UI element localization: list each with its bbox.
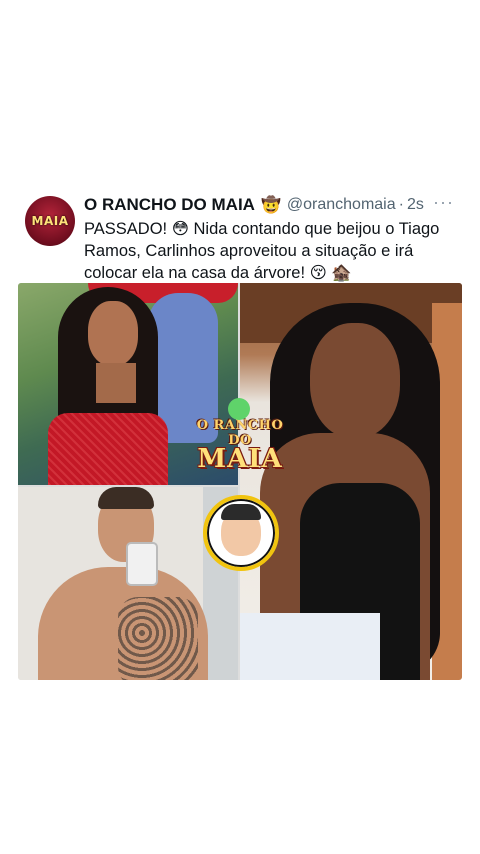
avatar-logo-text: MAIA xyxy=(31,214,69,228)
tweet-media-image[interactable]: O RANCHO DO MAIA xyxy=(18,283,462,680)
author-name[interactable]: O RANCHO DO MAIA xyxy=(84,195,255,215)
photo-man-mirror-selfie xyxy=(18,487,238,680)
author-handle[interactable]: @oranchomaia xyxy=(287,196,396,214)
more-horizontal-icon[interactable]: ··· xyxy=(433,192,454,213)
alien-mascot-icon xyxy=(228,398,250,420)
cowboy-emoji-icon: 🤠 xyxy=(260,197,281,214)
tweet-text: PASSADO! 😳 Nida contando que beijou o Ti… xyxy=(84,220,440,282)
tweet-timestamp[interactable]: 2s xyxy=(407,196,424,214)
cartoon-avatar-badge xyxy=(203,495,279,571)
author-avatar[interactable]: MAIA xyxy=(25,196,75,246)
rancho-do-maia-watermark-logo: O RANCHO DO MAIA xyxy=(190,398,290,478)
separator-dot: · xyxy=(398,196,404,213)
watermark-main-text: MAIA xyxy=(197,444,283,474)
photo-woman-smiling xyxy=(240,283,462,680)
cartoon-face-icon xyxy=(221,504,261,556)
tweet-header: O RANCHO DO MAIA 🤠 @oranchomaia · 2s xyxy=(84,193,464,217)
